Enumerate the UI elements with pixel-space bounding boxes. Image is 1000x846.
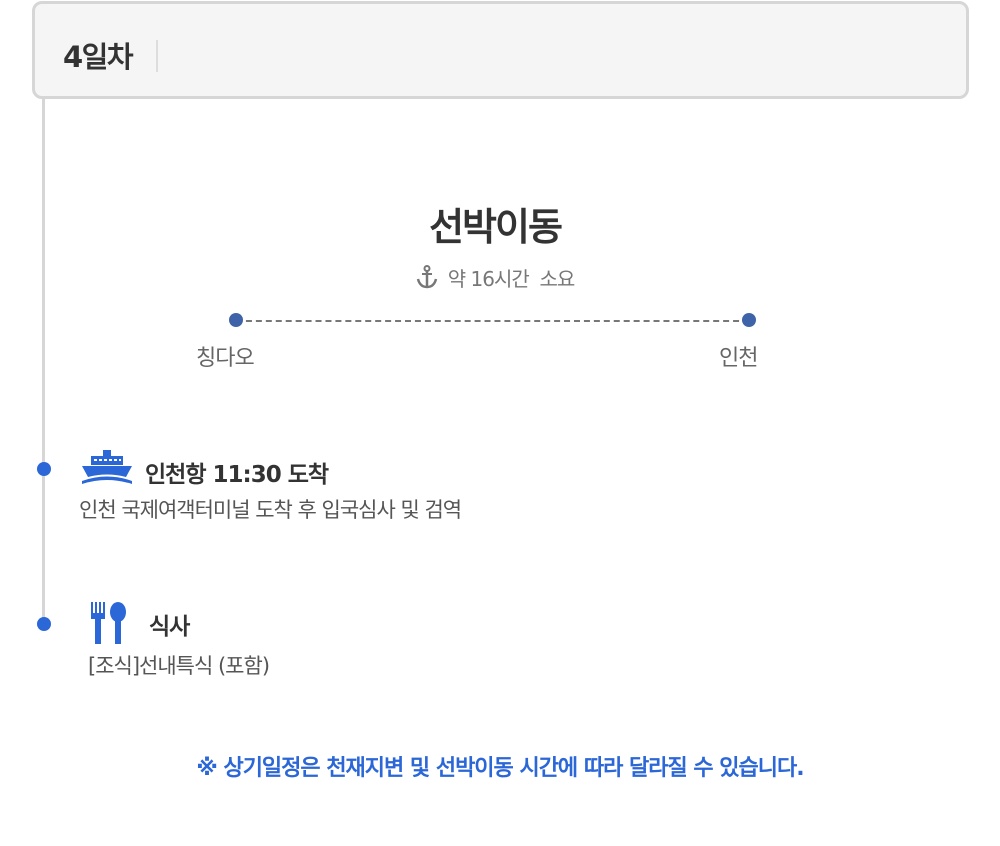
notice-text: ※ 상기일정은 천재지변 및 선박이동 시간에 따라 달라질 수 있습니다. [196, 756, 804, 781]
fork-spoon-icon [91, 602, 126, 644]
event-desc: [조식]선내특식 (포함) [88, 654, 270, 678]
event-title: 식사 [149, 614, 190, 640]
route-line [236, 320, 749, 322]
timeline-line [42, 99, 45, 624]
duration-text: 약 16시간 소요 [447, 267, 576, 291]
divider [156, 40, 158, 72]
event-desc: 인천 국제여객터미널 도착 후 입국심사 및 검역 [79, 498, 462, 522]
route-from: 칭다오 [196, 346, 255, 371]
transfer-duration: 약 16시간 소요 [0, 263, 990, 292]
ship-icon [82, 450, 132, 484]
event-title: 인천항 11:30 도착 [145, 462, 329, 488]
anchor-icon [416, 265, 437, 289]
route-end-point [742, 313, 756, 327]
route-start-point [229, 313, 243, 327]
day-label: 4일차 [63, 40, 134, 74]
timeline-dot [37, 617, 51, 631]
transfer-title: 선박이동 [429, 205, 563, 249]
route-to: 인천 [719, 346, 758, 371]
day-header: 4일차 [32, 1, 969, 99]
timeline-dot [37, 462, 51, 476]
